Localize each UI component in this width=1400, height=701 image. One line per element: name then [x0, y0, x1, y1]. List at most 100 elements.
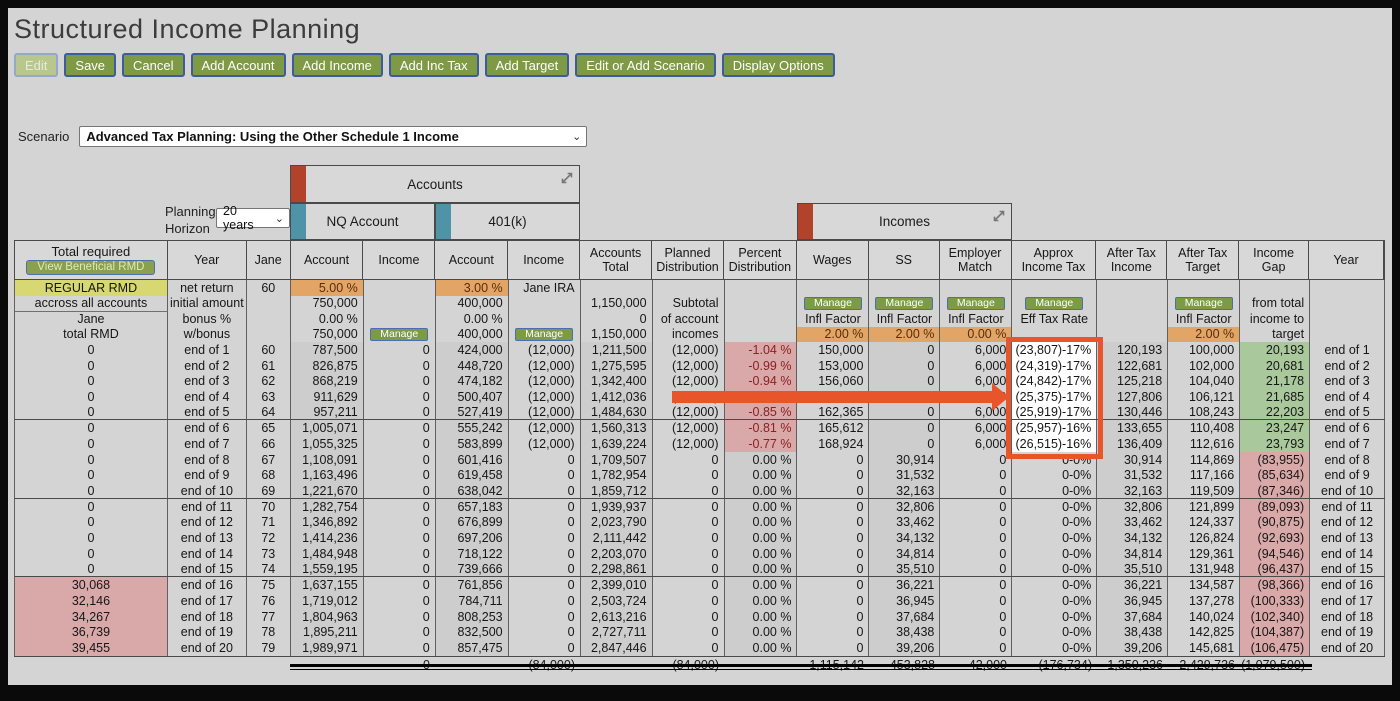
- cell-k401-income: 0: [509, 514, 581, 531]
- empty-cell: [509, 311, 581, 327]
- edit-button[interactable]: Edit: [14, 53, 59, 77]
- collapse-icon[interactable]: [559, 170, 575, 186]
- cell-nq-account: 1,484,948: [290, 545, 364, 562]
- cell-approx-income-tax: 0-0%: [1012, 624, 1098, 641]
- cell-ss: 35,510: [869, 561, 941, 577]
- empty-cell: [725, 295, 798, 311]
- cell-planned-distribution: 0: [653, 545, 725, 562]
- edit-or-add-scenario-button[interactable]: Edit or Add Scenario: [575, 53, 716, 77]
- nq-account-label: NQ Account: [326, 214, 399, 229]
- cell-percent-distribution: 0.00 %: [724, 530, 798, 546]
- cell-percent-distribution: -0.99 %: [724, 357, 798, 374]
- cell-jane: 70: [247, 498, 291, 515]
- cell-after-tax-target: 121,899: [1168, 498, 1241, 515]
- col-header-ss: SS: [869, 241, 940, 279]
- cell-percent-distribution: 0.00 %: [724, 577, 798, 593]
- col-header-accounts-total: Accounts Total: [580, 241, 653, 279]
- display-options-button[interactable]: Display Options: [721, 53, 835, 77]
- cell-planned-distribution: 0: [653, 451, 725, 468]
- manage-income-tax-button[interactable]: Manage: [1025, 296, 1084, 310]
- cell-year-end: end of 1: [1310, 342, 1386, 358]
- cell-total-required: 0: [15, 404, 168, 420]
- cell-nq-account: 1,989,971: [290, 640, 364, 656]
- subheader-bonus: Jane bonus % 0.00 % 0.00 % 0 of account …: [14, 311, 1386, 327]
- cell-year-end: end of 17: [1310, 593, 1386, 609]
- col-header-employer-match: Employer Match: [940, 241, 1012, 279]
- save-button[interactable]: Save: [64, 53, 117, 77]
- cell-percent-distribution: 0.00 %: [724, 451, 798, 468]
- manage-wages-button[interactable]: Manage: [803, 296, 862, 310]
- cell-nq-income: 0: [364, 561, 436, 577]
- total-year: [167, 658, 246, 673]
- cell-year-end: end of 13: [1310, 530, 1386, 546]
- cell-total-required: 0: [15, 514, 168, 531]
- total-required-header: Total required View Beneficial RMD: [15, 241, 168, 279]
- table-row: 0 end of 12 71 1,346,892 0 676,899 0 2,023,790 0…: [14, 514, 1386, 531]
- manage-k401-income-button[interactable]: Manage: [515, 327, 574, 341]
- cell-k401-income: 0: [509, 451, 581, 468]
- cell-after-tax-target: 126,824: [1168, 530, 1241, 546]
- cell-nq-account: 911,629: [290, 389, 364, 405]
- k401-initial: 400,000: [436, 295, 509, 311]
- manage-employer-match-button[interactable]: Manage: [946, 296, 1005, 310]
- add-target-button[interactable]: Add Target: [484, 53, 570, 77]
- cell-k401-account: 601,416: [435, 451, 509, 468]
- empty-cell: [247, 295, 291, 311]
- nq-account-header: NQ Account: [290, 203, 435, 240]
- cell-nq-income: 0: [364, 342, 436, 358]
- add-inc-tax-button[interactable]: Add Inc Tax: [388, 53, 479, 77]
- cell-planned-distribution: (12,000): [653, 342, 725, 358]
- cell-approx-income-tax: 0-0%: [1012, 577, 1098, 593]
- cell-ss: 0: [869, 373, 941, 390]
- cell-after-tax-target: 104,040: [1168, 373, 1241, 390]
- planning-horizon-select[interactable]: 20 years ⌄: [216, 204, 290, 232]
- cell-after-tax-target: 117,166: [1168, 467, 1241, 484]
- empty-cell: [940, 280, 1013, 296]
- scenario-value: Advanced Tax Planning: Using the Other S…: [86, 129, 459, 144]
- cell-year-end: end of 3: [1310, 373, 1386, 390]
- cell-jane: 61: [247, 357, 291, 374]
- collapse-icon[interactable]: [991, 208, 1007, 224]
- cell-total-required: 0: [15, 357, 168, 374]
- cell-employer-match: 6,000: [940, 436, 1013, 452]
- cell-ss: 38,438: [869, 624, 941, 641]
- eff-tax-rate-label: Eff Tax Rate: [1012, 311, 1098, 327]
- cell-jane: 68: [247, 467, 291, 484]
- cell-k401-account: 500,407: [435, 389, 509, 405]
- manage-nq-income-button[interactable]: Manage: [370, 327, 429, 341]
- cell-wages: 162,365: [797, 404, 870, 420]
- cell-k401-income: (12,000): [509, 373, 581, 390]
- cell-nq-income: 0: [364, 545, 436, 562]
- cell-accounts-total: 1,709,507: [580, 451, 653, 468]
- col-header-percent-distribution: Percent Distribution: [724, 241, 797, 279]
- cell-year: end of 10: [168, 483, 247, 498]
- cell-k401-account: 784,711: [435, 593, 509, 609]
- empty-cell: [1097, 326, 1169, 342]
- cell-nq-account: 1,346,892: [290, 514, 364, 531]
- cell-planned-distribution: 0: [653, 577, 725, 593]
- manage-after-tax-target-button[interactable]: Manage: [1174, 296, 1233, 310]
- add-income-button[interactable]: Add Income: [291, 53, 383, 77]
- cell-employer-match: 0: [940, 561, 1013, 577]
- scenario-select[interactable]: Advanced Tax Planning: Using the Other S…: [79, 126, 588, 147]
- cell-year-end: end of 10: [1310, 483, 1386, 498]
- cell-income-gap: (90,875): [1240, 514, 1311, 531]
- cell-income-gap: (104,387): [1240, 624, 1311, 641]
- cell-jane: 75: [247, 577, 291, 593]
- ss-infl-value: 2.00 %: [869, 326, 941, 342]
- scenario-label: Scenario: [18, 129, 70, 144]
- col-header-wages: Wages: [797, 241, 869, 279]
- add-account-button[interactable]: Add Account: [190, 53, 286, 77]
- subheader-net-return: REGULAR RMD net return 60 5.00 % 3.00 % …: [14, 280, 1386, 296]
- cell-employer-match: 0: [940, 498, 1013, 515]
- cancel-button[interactable]: Cancel: [122, 53, 185, 77]
- cell-ss: 31,532: [869, 467, 941, 484]
- cell-nq-income: 0: [364, 436, 436, 452]
- manage-ss-button[interactable]: Manage: [875, 296, 934, 310]
- cell-after-tax-income: 31,532: [1097, 467, 1169, 484]
- view-beneficial-rmd-button[interactable]: View Beneficial RMD: [26, 260, 156, 276]
- table-row: 34,267 end of 18 77 1,804,963 0 808,253 0 2,613…: [14, 608, 1386, 625]
- cell-total-required: 39,455: [15, 640, 168, 656]
- cell-k401-account: 448,720: [435, 357, 509, 374]
- cell-employer-match: 0: [940, 545, 1013, 562]
